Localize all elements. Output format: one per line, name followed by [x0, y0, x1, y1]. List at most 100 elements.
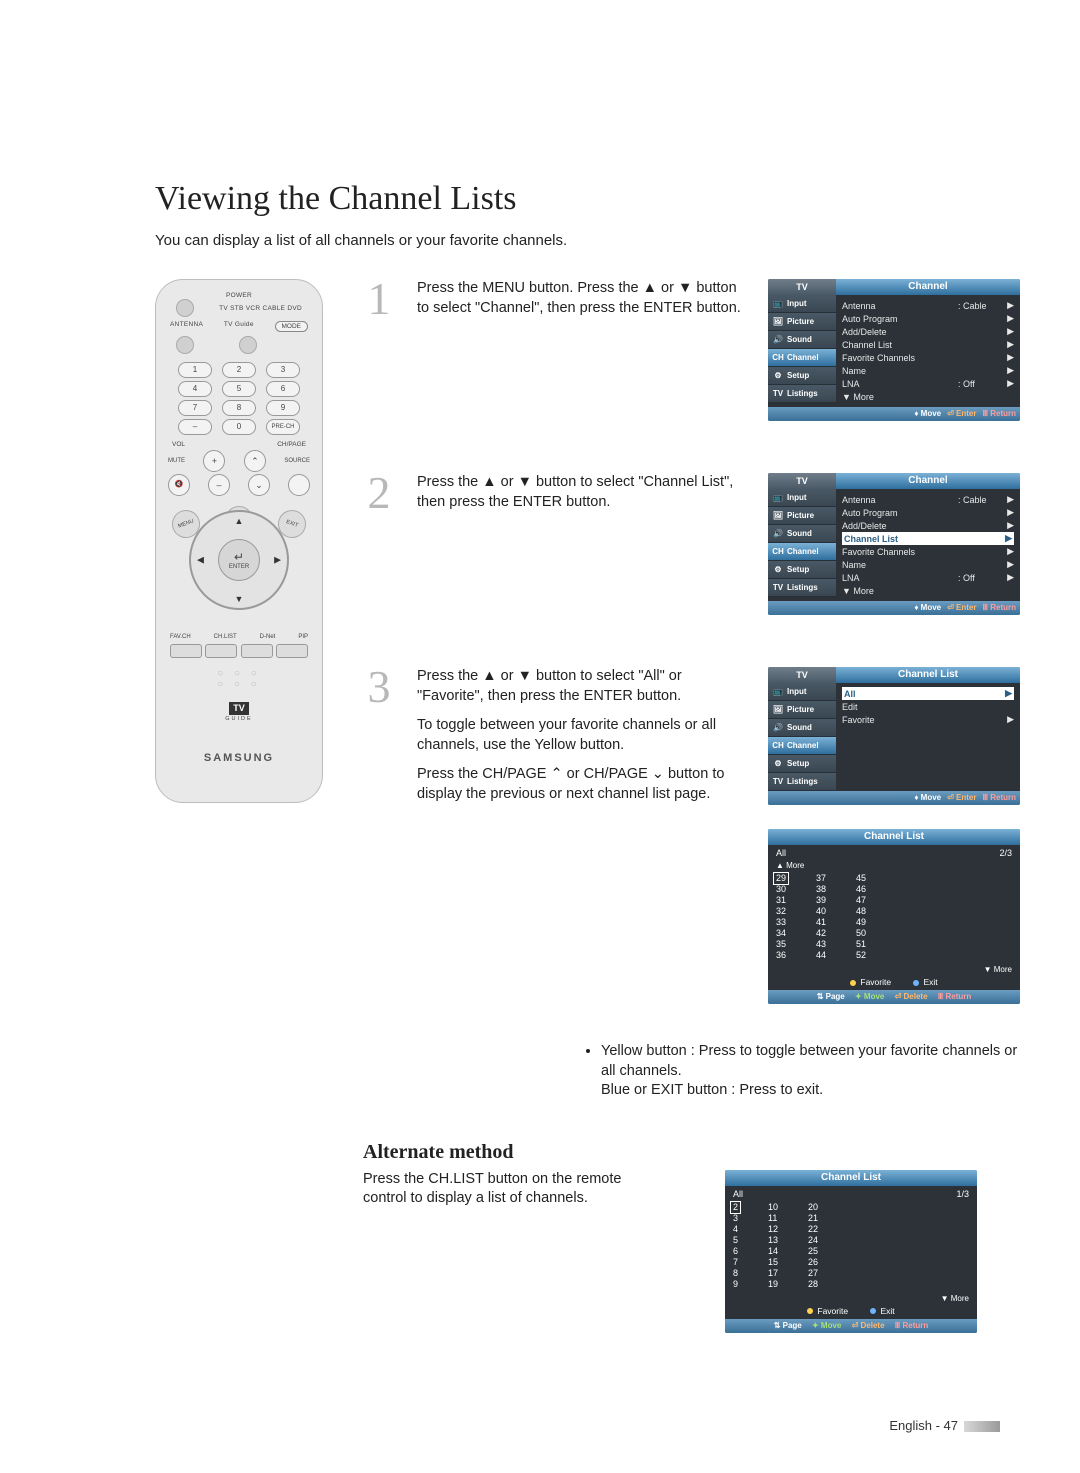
channel-item[interactable]: 35 — [776, 939, 786, 950]
osd-item[interactable]: Add/Delete▶ — [842, 519, 1014, 532]
num-0[interactable]: 0 — [222, 419, 256, 435]
channel-item[interactable]: 14 — [768, 1246, 778, 1257]
vol-down-button[interactable]: – — [208, 474, 230, 496]
channel-item[interactable]: 27 — [808, 1268, 818, 1279]
channel-item[interactable]: 49 — [856, 917, 866, 928]
channel-item[interactable]: 31 — [776, 895, 786, 906]
ch-down-button[interactable]: ⌄ — [248, 474, 270, 496]
channel-item[interactable]: 3 — [733, 1213, 738, 1224]
num-6[interactable]: 6 — [266, 381, 300, 397]
channel-item[interactable]: 17 — [768, 1268, 778, 1279]
osd-item[interactable]: Name▶ — [842, 364, 1014, 377]
channel-item[interactable]: 22 — [808, 1224, 818, 1235]
osd-tab-listings[interactable]: TVListings — [768, 579, 836, 597]
osd-item[interactable]: Add/Delete▶ — [842, 325, 1014, 338]
channel-item[interactable]: 21 — [808, 1213, 818, 1224]
channel-item[interactable]: 15 — [768, 1257, 778, 1268]
channel-item[interactable]: 42 — [816, 928, 826, 939]
enter-button[interactable]: ENTER — [218, 539, 260, 581]
osd-item[interactable]: ▼ More — [842, 584, 1014, 597]
channel-item[interactable]: 5 — [733, 1235, 738, 1246]
osd-tab-picture[interactable]: 🖼Picture — [768, 507, 836, 525]
ch-up-button[interactable]: ⌃ — [244, 450, 266, 472]
osd-item[interactable]: Edit — [842, 700, 1014, 713]
channel-item[interactable]: 26 — [808, 1257, 818, 1268]
channel-item[interactable]: 25 — [808, 1246, 818, 1257]
channel-item[interactable]: 43 — [816, 939, 826, 950]
osd-tab-setup[interactable]: ⚙Setup — [768, 561, 836, 579]
source-button[interactable] — [288, 474, 310, 496]
channel-item[interactable]: 20 — [808, 1202, 818, 1213]
channel-item[interactable]: 28 — [808, 1279, 818, 1290]
osd-item[interactable]: LNA: Off▶ — [842, 571, 1014, 584]
osd-item[interactable]: ▼ More — [842, 390, 1014, 403]
channel-item[interactable]: 40 — [816, 906, 826, 917]
osd-item[interactable]: Channel List▶ — [842, 338, 1014, 351]
channel-item[interactable]: 4 — [733, 1224, 738, 1235]
blue-button[interactable] — [276, 644, 308, 658]
channel-item[interactable]: 12 — [768, 1224, 778, 1235]
channel-item[interactable]: 11 — [768, 1213, 778, 1224]
num-2[interactable]: 2 — [222, 362, 256, 378]
osd-item[interactable]: Antenna: Cable▶ — [842, 493, 1014, 506]
antenna-button[interactable] — [176, 336, 194, 354]
osd-tab-listings[interactable]: TVListings — [768, 385, 836, 403]
red-button[interactable] — [170, 644, 202, 658]
more-down[interactable]: ▼ More — [725, 1294, 977, 1306]
channel-item[interactable]: 51 — [856, 939, 866, 950]
osd-tab-setup[interactable]: ⚙Setup — [768, 755, 836, 773]
channel-item[interactable]: 34 — [776, 928, 786, 939]
channel-item[interactable]: 36 — [776, 950, 786, 961]
osd-tab-channel[interactable]: CHChannel — [768, 543, 836, 561]
channel-item[interactable]: 10 — [768, 1202, 778, 1213]
osd-tab-channel[interactable]: CHChannel — [768, 737, 836, 755]
osd-item[interactable]: Favorite▶ — [842, 713, 1014, 726]
nav-up-icon[interactable]: ▲ — [235, 516, 244, 526]
osd-item[interactable]: Auto Program▶ — [842, 312, 1014, 325]
channel-item[interactable]: 9 — [733, 1279, 738, 1290]
channel-item[interactable]: 24 — [808, 1235, 818, 1246]
yellow-button[interactable] — [241, 644, 273, 658]
num-1[interactable]: 1 — [178, 362, 212, 378]
osd-tab-sound[interactable]: 🔊Sound — [768, 719, 836, 737]
osd-tab-sound[interactable]: 🔊Sound — [768, 525, 836, 543]
num-dash[interactable]: – — [178, 419, 212, 435]
nav-down-icon[interactable]: ▼ — [235, 594, 244, 604]
channel-item[interactable]: 44 — [816, 950, 826, 961]
channel-item[interactable]: 37 — [816, 873, 826, 884]
nav-right-icon[interactable]: ▶ — [274, 555, 281, 566]
osd-item[interactable]: Channel List▶ — [842, 532, 1014, 545]
channel-item[interactable]: 32 — [776, 906, 786, 917]
osd-tab-setup[interactable]: ⚙Setup — [768, 367, 836, 385]
channel-item[interactable]: 19 — [768, 1279, 778, 1290]
channel-item[interactable]: 46 — [856, 884, 866, 895]
channel-item[interactable]: 6 — [733, 1246, 738, 1257]
osd-item[interactable]: All▶ — [842, 687, 1014, 700]
channel-item[interactable]: 47 — [856, 895, 866, 906]
osd-tab-channel[interactable]: CHChannel — [768, 349, 836, 367]
channel-item[interactable]: 45 — [856, 873, 866, 884]
osd-tab-input[interactable]: 📺Input — [768, 489, 836, 507]
num-8[interactable]: 8 — [222, 400, 256, 416]
power-button[interactable] — [176, 299, 194, 317]
osd-item[interactable]: LNA: Off▶ — [842, 377, 1014, 390]
channel-item[interactable]: 48 — [856, 906, 866, 917]
channel-item[interactable]: 30 — [776, 884, 786, 895]
osd-item[interactable]: Favorite Channels▶ — [842, 351, 1014, 364]
num-4[interactable]: 4 — [178, 381, 212, 397]
num-9[interactable]: 9 — [266, 400, 300, 416]
green-button[interactable] — [205, 644, 237, 658]
channel-item[interactable]: 39 — [816, 895, 826, 906]
osd-item[interactable]: Auto Program▶ — [842, 506, 1014, 519]
channel-item[interactable]: 33 — [776, 917, 786, 928]
osd-tab-picture[interactable]: 🖼Picture — [768, 313, 836, 331]
osd-item[interactable]: Antenna: Cable▶ — [842, 299, 1014, 312]
osd-tab-listings[interactable]: TVListings — [768, 773, 836, 791]
osd-item[interactable]: Name▶ — [842, 558, 1014, 571]
more-up[interactable]: ▲ More — [768, 861, 1020, 873]
osd-item[interactable]: Favorite Channels▶ — [842, 545, 1014, 558]
channel-item[interactable]: 13 — [768, 1235, 778, 1246]
prech-button[interactable]: PRE-CH — [266, 419, 300, 435]
channel-item[interactable]: 38 — [816, 884, 826, 895]
num-3[interactable]: 3 — [266, 362, 300, 378]
